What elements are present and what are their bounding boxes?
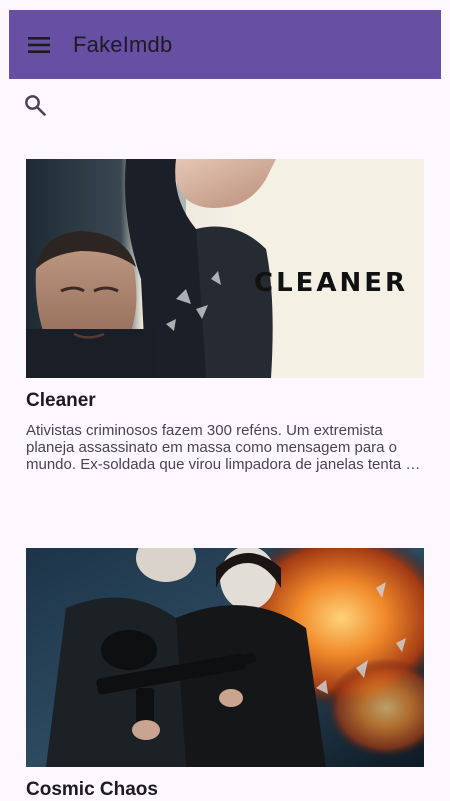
movie-poster[interactable] [26, 548, 424, 767]
movie-poster[interactable]: CLEANER [26, 159, 424, 378]
movie-title: Cosmic Chaos [26, 779, 158, 800]
search-icon[interactable] [22, 92, 48, 118]
movie-card[interactable]: CLEANER Cleaner Ativistas criminosos faz… [26, 159, 424, 473]
menu-icon[interactable] [27, 33, 51, 57]
movie-title: Cleaner [26, 390, 96, 411]
app-screen: FakeImdb CLEANER Cleaner Ativistas crimi… [0, 0, 450, 801]
movie-description: Ativistas criminosos fazem 300 reféns. U… [26, 422, 421, 473]
app-title: FakeImdb [73, 31, 173, 57]
top-app-bar: FakeImdb [9, 10, 441, 79]
poster-title-text: CLEANER [254, 268, 408, 298]
movie-card[interactable]: Cosmic Chaos [26, 548, 424, 801]
